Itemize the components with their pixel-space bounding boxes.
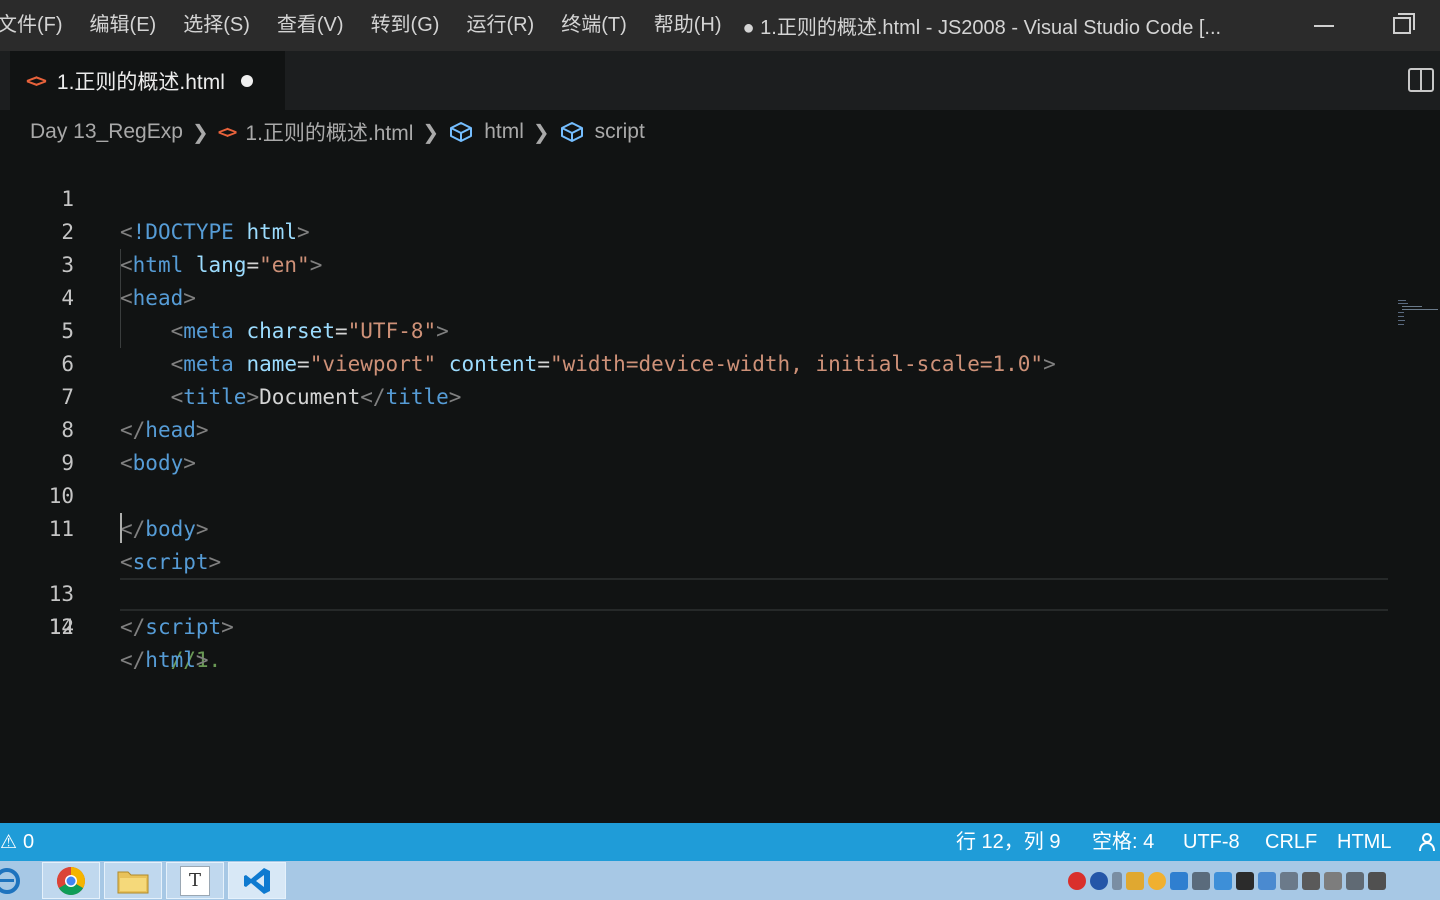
network-app-icon[interactable] — [1214, 871, 1232, 890]
code-line[interactable]: 4 <meta charset="UTF-8"> — [0, 249, 1390, 343]
code-line[interactable]: 7 </head> — [0, 348, 1390, 442]
minimize-button[interactable] — [1294, 0, 1354, 51]
breadcrumb-folder[interactable]: Day 13_RegExp — [30, 120, 183, 144]
warning-icon: ⚠ — [0, 831, 18, 853]
line-number: 14 — [48, 615, 74, 639]
chrome-icon — [57, 866, 85, 895]
system-tray — [1068, 861, 1440, 900]
chevron-right-icon: ❯ — [191, 121, 209, 144]
language-mode[interactable]: HTML — [1337, 823, 1391, 861]
symbol-cube-icon — [560, 122, 583, 142]
breadcrumb: Day 13_RegExp ❯ <> 1.正则的概述.html ❯ html ❯… — [30, 110, 645, 154]
html-file-icon: <> — [217, 121, 238, 143]
display-icon[interactable] — [1192, 871, 1210, 890]
vscode-button[interactable] — [228, 862, 286, 899]
menu-go[interactable]: 转到(G) — [357, 0, 453, 51]
feedback-icon[interactable] — [1418, 831, 1440, 853]
split-editor-icon[interactable] — [1408, 68, 1434, 92]
menu-help[interactable]: 帮助(H) — [640, 0, 735, 51]
menu-file[interactable]: 文件(F) — [0, 0, 76, 51]
menu-terminal[interactable]: 终端(T) — [547, 0, 640, 51]
breadcrumb-html-node[interactable]: html — [484, 120, 524, 144]
status-bar: ⚠ 0 行 12，列 9 空格: 4 UTF-8 CRLF HTML — [0, 823, 1440, 861]
internet-explorer-icon — [0, 867, 20, 894]
code-line[interactable]: 13 </script> — [0, 545, 1390, 639]
chrome-button[interactable] — [42, 862, 100, 899]
indentation[interactable]: 空格: 4 — [1092, 823, 1154, 861]
help-icon[interactable] — [1090, 871, 1108, 890]
minimap[interactable] — [1396, 298, 1440, 328]
menu-bar: 文件(F) 编辑(E) 选择(S) 查看(V) 转到(G) 运行(R) 终端(T… — [0, 0, 735, 51]
cursor-position[interactable]: 行 12，列 9 — [956, 823, 1060, 861]
vscode-icon — [244, 867, 270, 894]
code-line[interactable]: 10 </body> — [0, 447, 1390, 541]
tray-small-icon[interactable] — [1112, 871, 1122, 890]
code-line[interactable]: 2 <html lang="en"> — [0, 183, 1390, 277]
menu-run[interactable]: 运行(R) — [452, 0, 547, 51]
line-ending[interactable]: CRLF — [1265, 823, 1317, 861]
clipboard-icon[interactable] — [1324, 871, 1342, 890]
ie-browser-button[interactable] — [0, 862, 36, 899]
menu-view[interactable]: 查看(V) — [263, 0, 357, 51]
menu-selection[interactable]: 选择(S) — [169, 0, 263, 51]
file-explorer-button[interactable] — [104, 862, 162, 899]
restore-icon — [1393, 13, 1415, 34]
code-line[interactable]: 1 <!DOCTYPE html> — [0, 150, 1390, 244]
folder-icon — [117, 871, 149, 893]
code-line[interactable]: 9 — [0, 414, 1390, 475]
typora-icon: T — [180, 865, 210, 896]
cloud-icon[interactable] — [1148, 871, 1166, 890]
breadcrumb-script-node[interactable]: script — [595, 120, 645, 144]
chevron-right-icon: ❯ — [532, 121, 550, 144]
code-line[interactable]: 6 <title>Document</title> — [0, 315, 1390, 409]
code-editor[interactable]: 1 <!DOCTYPE html> 2 <html lang="en"> 3 <… — [0, 150, 1440, 823]
screen-icon[interactable] — [1280, 871, 1298, 890]
code-line[interactable]: 3 <head> — [0, 216, 1390, 310]
tab-label: 1.正则的概述.html — [56, 70, 225, 94]
chevron-right-icon: ❯ — [422, 121, 440, 144]
breadcrumb-file[interactable]: 1.正则的概述.html — [245, 117, 413, 147]
monitor-icon[interactable] — [1258, 871, 1276, 890]
menu-edit[interactable]: 编辑(E) — [76, 0, 170, 51]
tray-dark-app-icon[interactable] — [1236, 871, 1254, 890]
symbol-cube-icon — [450, 122, 473, 142]
network-icon[interactable] — [1346, 871, 1364, 890]
encoding[interactable]: UTF-8 — [1183, 823, 1240, 861]
tab-bar: <> 1.正则的概述.html — [0, 51, 1440, 110]
minimize-icon — [1314, 24, 1334, 27]
problems-indicator[interactable]: ⚠ 0 — [0, 823, 34, 861]
html-file-icon: <> — [26, 69, 47, 92]
code-line[interactable]: 14 </html> — [0, 578, 1390, 672]
taskbar: T — [0, 861, 1440, 900]
code-line[interactable]: 11 <script> — [0, 480, 1390, 574]
sogou-input-icon[interactable] — [1068, 871, 1086, 890]
window-title: ● 1.正则的概述.html - JS2008 - Visual Studio … — [742, 17, 1222, 39]
editor-tab[interactable]: <> 1.正则的概述.html — [10, 51, 285, 110]
text-cursor — [120, 513, 122, 543]
problems-count: 0 — [23, 830, 35, 853]
code-line-current[interactable]: 12 //1. — [0, 512, 1390, 672]
code-line[interactable]: 8 <body> — [0, 381, 1390, 475]
shield-icon[interactable] — [1170, 871, 1188, 890]
typora-button[interactable]: T — [166, 862, 224, 899]
code-line[interactable]: 5 <meta name="viewport" content="width=d… — [0, 282, 1390, 376]
unsaved-dot-icon[interactable] — [240, 74, 253, 87]
title-bar: 文件(F) 编辑(E) 选择(S) 查看(V) 转到(G) 运行(R) 终端(T… — [0, 0, 1440, 51]
speaker-icon[interactable] — [1302, 871, 1320, 890]
volume-icon[interactable] — [1368, 871, 1386, 890]
tray-app-icon[interactable] — [1126, 871, 1144, 890]
restore-button[interactable] — [1372, 0, 1432, 51]
